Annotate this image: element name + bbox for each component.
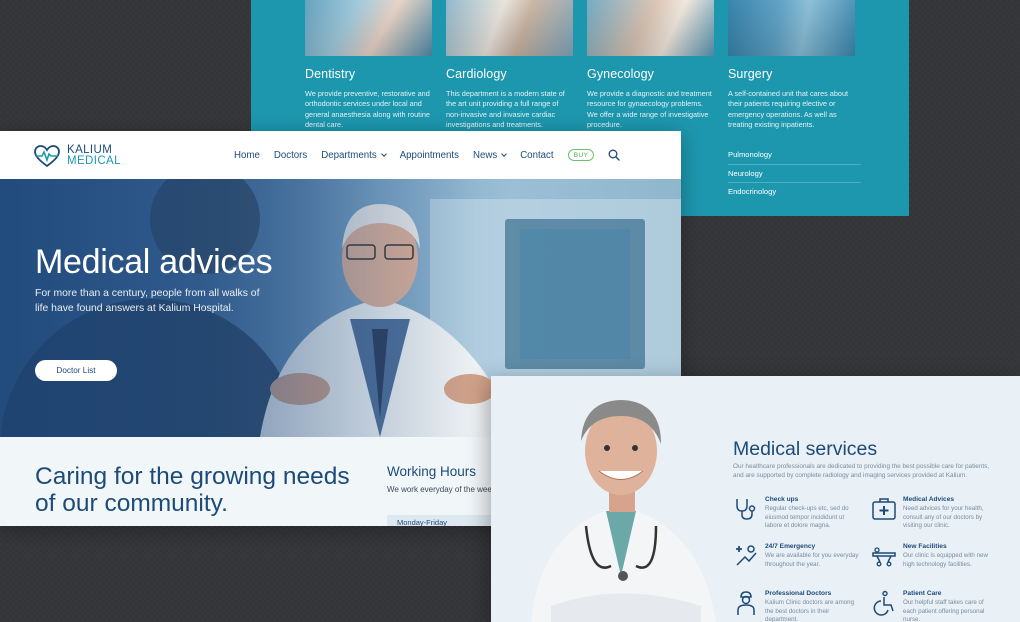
service-name: Patient Care — [903, 590, 942, 597]
services-title: Medical services — [733, 438, 878, 460]
nav-departments-label: Departments — [321, 149, 377, 161]
service-text: Regular check-ups etc, sed do eiusmod te… — [765, 505, 849, 530]
nav-home-label: Home — [234, 149, 260, 161]
dentistry-photo — [305, 0, 432, 56]
surgery-photo — [728, 0, 855, 56]
nav-home[interactable]: Home — [234, 150, 260, 161]
doctor-list-button[interactable]: Doctor List — [35, 360, 117, 381]
medical-kit-icon — [872, 498, 896, 520]
nav-departments[interactable]: Departments — [321, 149, 387, 161]
service-new-facilities[interactable]: New Facilities Our clinic is equipped wi… — [871, 543, 996, 579]
service-text: Need advices for your health, consult an… — [903, 505, 984, 530]
department-title[interactable]: Gynecology — [587, 67, 714, 81]
service-text: Our helpful staff takes care of each pat… — [903, 599, 985, 622]
nav-appointments[interactable]: Appointments — [400, 150, 459, 161]
nav-news-label: News — [472, 149, 498, 161]
cardiology-photo — [446, 0, 573, 56]
service-professional-doctors[interactable]: Professional Doctors Kalium Clinic docto… — [733, 590, 858, 622]
department-dentistry[interactable]: Dentistry We provide preventive, restora… — [305, 0, 432, 130]
department-links: Pulmonology Neurology Endocrinology — [728, 146, 861, 202]
department-title[interactable]: Dentistry — [305, 67, 432, 81]
logo-text-medical: MEDICAL — [67, 155, 121, 167]
department-cardiology[interactable]: Cardiology This department is a modern s… — [446, 0, 573, 130]
community-heading: Caring for the growing needs of our comm… — [35, 463, 350, 517]
logo[interactable]: KALIUM MEDICAL — [33, 143, 121, 169]
service-patient-care[interactable]: Patient Care Our helpful staff takes car… — [871, 590, 996, 622]
navbar: KALIUM MEDICAL Home Doctors Departments … — [0, 131, 681, 179]
medical-services-card: Medical services Our healthcare professi… — [491, 376, 1020, 622]
department-title[interactable]: Surgery — [728, 67, 855, 81]
nav-contact-label: Contact — [520, 149, 554, 161]
department-surgery[interactable]: Surgery A self-contained unit that cares… — [728, 0, 855, 130]
department-title[interactable]: Cardiology — [446, 67, 573, 81]
working-hours-subtitle: We work everyday of the wee — [387, 485, 492, 494]
service-name: Professional Doctors — [765, 590, 832, 597]
heart-pulse-icon — [34, 145, 60, 168]
nav-appointments-label: Appointments — [399, 149, 459, 161]
nav-doctors-label: Doctors — [273, 149, 308, 161]
service-emergency[interactable]: 24/7 Emergency We are available for you … — [733, 543, 858, 579]
hero-subtitle: For more than a century, people from all… — [35, 288, 260, 314]
stretcher-icon — [872, 547, 896, 567]
chevron-down-icon — [501, 150, 508, 157]
hero-title: Medical advices — [35, 243, 273, 281]
services-description: Our healthcare professionals are dedicat… — [733, 463, 990, 479]
service-name: New Facilities — [903, 543, 947, 550]
service-text: Our clinic is equipped with new high tec… — [903, 552, 988, 568]
emergency-icon — [736, 545, 757, 566]
service-name: 24/7 Emergency — [765, 543, 816, 550]
service-name: Medical Advices — [903, 496, 955, 503]
stethoscope-icon — [736, 499, 756, 520]
nav-contact[interactable]: Contact — [520, 150, 553, 161]
department-gynecology[interactable]: Gynecology We provide a diagnostic and t… — [587, 0, 714, 130]
service-name: Check ups — [765, 496, 799, 503]
service-medical-advices[interactable]: Medical Advices Need advices for your he… — [871, 496, 996, 532]
service-text: We are available for you everyday throug… — [765, 552, 859, 568]
doctor-icon — [737, 591, 755, 615]
main-nav: Home Doctors Departments Appointments Ne… — [234, 131, 621, 179]
department-link-endocrinology[interactable]: Endocrinology — [728, 183, 861, 202]
department-text: We provide preventive, restorative and o… — [305, 89, 430, 129]
department-text: A self-contained unit that cares about t… — [728, 89, 849, 129]
service-check-ups[interactable]: Check ups Regular check-ups etc, sed do … — [733, 496, 858, 532]
doctor-portrait — [531, 400, 716, 622]
department-text: We provide a diagnostic and treatment re… — [587, 89, 712, 129]
gynecology-photo — [587, 0, 714, 56]
working-hours-title: Working Hours — [387, 464, 477, 479]
department-link-neurology[interactable]: Neurology — [728, 165, 861, 183]
chevron-down-icon — [380, 150, 387, 157]
buy-button[interactable]: BUY — [567, 149, 595, 161]
service-text: Kalium Clinic doctors are among the best… — [765, 599, 855, 622]
wheelchair-icon — [873, 590, 894, 616]
search-icon[interactable] — [608, 149, 621, 161]
nav-news[interactable]: News — [472, 149, 508, 161]
department-text: This department is a modern state of the… — [446, 89, 565, 129]
nav-doctors[interactable]: Doctors — [274, 150, 307, 161]
department-link-pulmonology[interactable]: Pulmonology — [728, 146, 861, 165]
